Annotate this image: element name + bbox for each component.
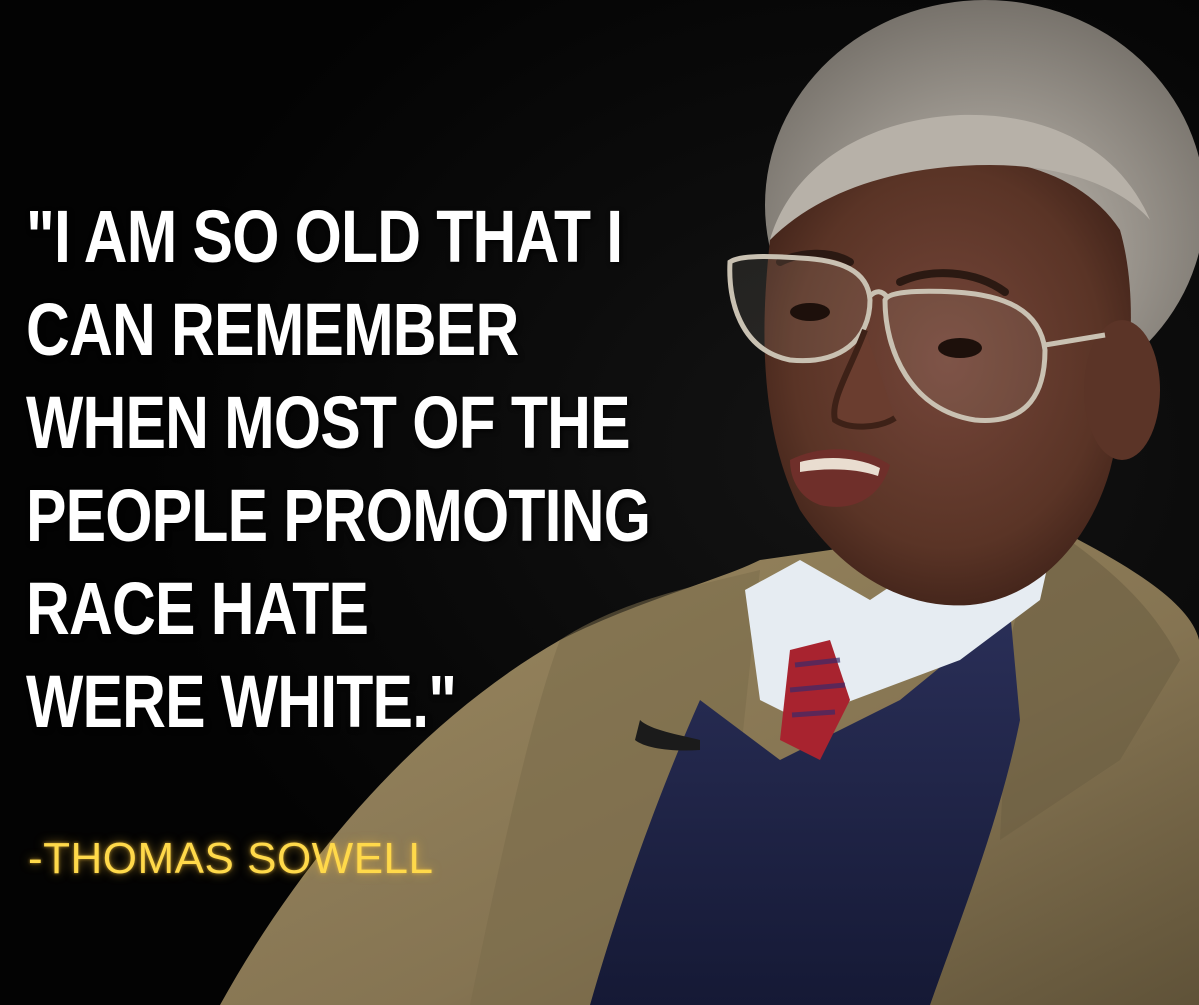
quote-line: "I AM SO OLD THAT I bbox=[26, 195, 623, 278]
quote-poster: "I AM SO OLD THAT I CAN REMEMBER WHEN MO… bbox=[0, 0, 1199, 1005]
quote-line: RACE HATE bbox=[26, 567, 369, 650]
quote-line: WHEN MOST OF THE bbox=[26, 381, 631, 464]
quote-line: CAN REMEMBER bbox=[26, 288, 519, 371]
quote-line: PEOPLE PROMOTING bbox=[26, 474, 651, 557]
quote-text: "I AM SO OLD THAT I CAN REMEMBER WHEN MO… bbox=[26, 190, 651, 748]
quote-line: WERE WHITE." bbox=[26, 660, 457, 743]
quote-attribution: -THOMAS SOWELL bbox=[28, 834, 434, 883]
